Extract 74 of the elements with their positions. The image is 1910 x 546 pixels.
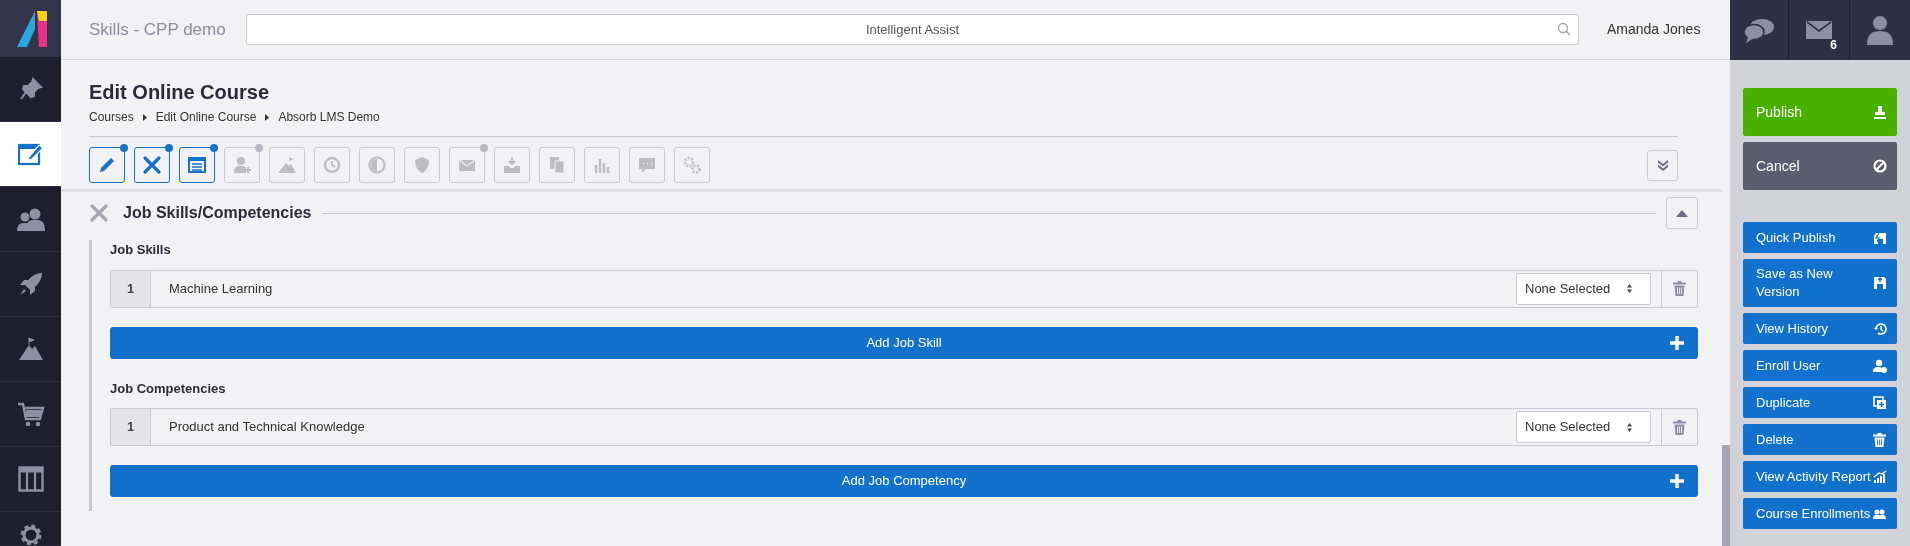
publish-button[interactable]: Publish xyxy=(1743,88,1897,136)
caret-up-icon xyxy=(1676,209,1688,217)
save-upload-icon xyxy=(1873,276,1887,290)
envelope-icon xyxy=(1806,21,1832,39)
app-title: Skills - CPP demo xyxy=(89,18,227,41)
cancel-button[interactable]: Cancel xyxy=(1743,142,1897,190)
stamp-icon xyxy=(1873,105,1887,119)
message-count: 6 xyxy=(1830,37,1837,54)
double-chevron-icon xyxy=(1656,159,1669,171)
toolbar-button[interactable] xyxy=(179,147,215,183)
toolbar-button[interactable] xyxy=(89,147,125,183)
group-label: Job Competencies xyxy=(110,379,227,398)
rocket-icon xyxy=(17,271,44,297)
search-field[interactable]: Intelligent Assist xyxy=(246,14,1579,45)
section-title: Job Skills/Competencies xyxy=(123,203,312,223)
breadcrumb-link[interactable]: Edit Online Course xyxy=(155,108,257,126)
row-number: 1 xyxy=(111,409,151,445)
add-user-icon xyxy=(1873,358,1887,373)
edit-window-icon xyxy=(17,142,44,166)
row-name: Product and Technical Knowledge xyxy=(168,418,366,437)
action-button[interactable]: View Activity Report xyxy=(1743,461,1897,492)
sort-arrows-icon xyxy=(1627,284,1632,293)
toolbar-button[interactable] xyxy=(134,147,170,183)
inbox-download-icon xyxy=(502,155,522,175)
chat-bubbles-icon xyxy=(1743,17,1775,43)
half-circle-icon xyxy=(367,155,387,175)
action-button[interactable]: Delete xyxy=(1743,424,1897,455)
trash-icon xyxy=(1873,432,1887,447)
expand-button[interactable] xyxy=(1647,149,1678,181)
action-button[interactable]: Course Enrollments xyxy=(1743,498,1897,529)
comment-icon xyxy=(637,155,657,175)
trash-icon xyxy=(1673,419,1686,435)
rising-chart-icon xyxy=(1873,469,1887,484)
shield-icon xyxy=(412,155,432,175)
columns-icon xyxy=(17,466,44,492)
group-label: Job Skills xyxy=(110,241,172,259)
search-icon xyxy=(1557,22,1571,36)
pin-icon xyxy=(18,77,43,101)
mountain-flag-icon xyxy=(17,337,44,361)
select-dropdown[interactable]: None Selected xyxy=(1516,272,1651,305)
duplicate-icon xyxy=(1873,395,1887,410)
caret-right-icon xyxy=(265,113,270,121)
caret-right-icon xyxy=(142,113,147,121)
action-button[interactable]: Enroll User xyxy=(1743,350,1897,381)
users-icon xyxy=(15,207,46,231)
add-button[interactable]: Add Job Skill xyxy=(110,326,1698,359)
row-number: 1 xyxy=(111,270,151,307)
action-button[interactable]: Save as New Version xyxy=(1743,259,1897,307)
plus-icon xyxy=(1670,474,1684,488)
add-user-icon xyxy=(232,155,252,175)
plus-icon xyxy=(1670,335,1684,350)
pencil-icon xyxy=(97,155,117,175)
user-name[interactable]: Amanda Jones xyxy=(1607,19,1701,40)
sort-arrows-icon xyxy=(1627,422,1632,432)
history-icon xyxy=(1873,321,1887,336)
breadcrumb-link[interactable]: Absorb LMS Demo xyxy=(278,108,380,126)
sidebar-item[interactable] xyxy=(0,122,61,187)
history-icon xyxy=(322,155,342,175)
action-button[interactable]: Quick Publish xyxy=(1743,222,1897,253)
collapse-button[interactable] xyxy=(1666,197,1698,229)
row-name: Machine Learning xyxy=(168,279,274,298)
person-icon xyxy=(1867,15,1893,45)
page-title: Edit Online Course xyxy=(89,80,271,104)
breadcrumb-link[interactable]: Courses xyxy=(89,108,134,126)
mountain-flag-icon xyxy=(277,155,297,175)
action-button[interactable]: Duplicate xyxy=(1743,387,1897,418)
action-button[interactable]: View History xyxy=(1743,313,1897,344)
documents-icon xyxy=(547,155,567,175)
cart-icon xyxy=(16,401,45,427)
block-icon xyxy=(1873,159,1887,173)
trash-icon xyxy=(1673,281,1686,296)
list-window-icon xyxy=(187,155,207,175)
select-dropdown[interactable]: None Selected xyxy=(1516,411,1651,443)
add-button[interactable]: Add Job Competency xyxy=(110,465,1698,497)
